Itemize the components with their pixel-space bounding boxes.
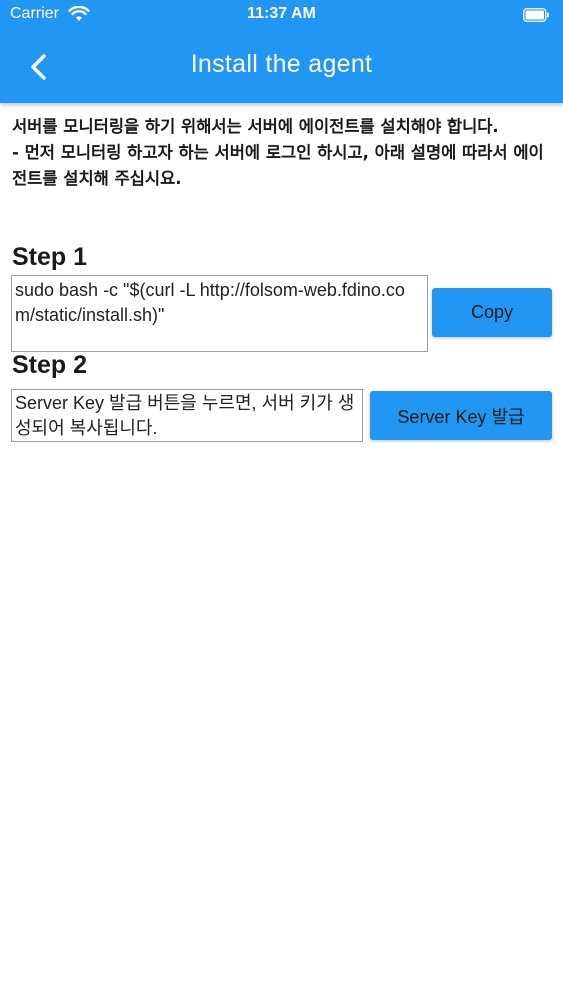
status-time: 11:37 AM [247, 5, 316, 22]
intro-text: 서버를 모니터링을 하기 위해서는 서버에 에이전트를 설치해야 합니다. - … [12, 117, 544, 188]
step1-title: Step 1 [12, 243, 88, 271]
issue-server-key-button[interactable]: Server Key 발급 [370, 391, 552, 440]
install-command-field[interactable]: sudo bash -c "$(curl -L http://folsom-we… [11, 275, 428, 352]
battery-icon [523, 7, 549, 22]
page-title: Install the agent [190, 50, 373, 78]
status-bar: Carrier 11:37 AM [0, 0, 563, 30]
server-key-field[interactable]: Server Key 발급 버튼을 누르면, 서버 키가 생성되어 복사됩니다. [11, 389, 363, 442]
app-bar: Carrier 11:37 AM Install the agent [0, 0, 563, 103]
step2-title: Step 2 [12, 351, 88, 379]
copy-button[interactable]: Copy [432, 288, 552, 337]
